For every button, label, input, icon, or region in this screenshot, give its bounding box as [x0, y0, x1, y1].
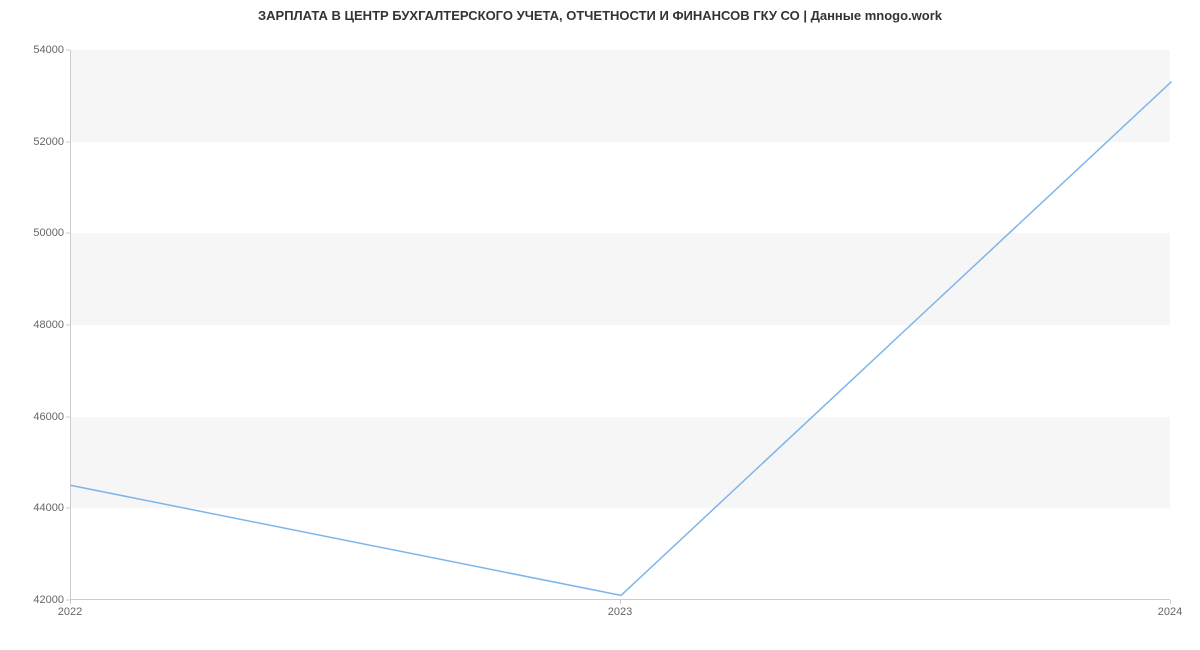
y-tick-label: 44000 [4, 502, 64, 514]
y-tick-label: 42000 [4, 594, 64, 606]
x-tick-mark [70, 600, 71, 604]
line-layer [71, 50, 1170, 599]
x-tick-mark [1170, 600, 1171, 604]
plot-area [70, 50, 1170, 600]
x-tick-mark [620, 600, 621, 604]
y-tick-label: 54000 [4, 44, 64, 56]
chart-title: ЗАРПЛАТА В ЦЕНТР БУХГАЛТЕРСКОГО УЧЕТА, О… [0, 8, 1200, 23]
x-tick-label: 2023 [608, 606, 632, 618]
y-tick-label: 50000 [4, 227, 64, 239]
series-line [71, 82, 1171, 595]
x-tick-label: 2024 [1158, 606, 1182, 618]
y-tick-label: 52000 [4, 136, 64, 148]
y-tick-label: 46000 [4, 411, 64, 423]
y-tick-label: 48000 [4, 319, 64, 331]
chart-container: ЗАРПЛАТА В ЦЕНТР БУХГАЛТЕРСКОГО УЧЕТА, О… [0, 0, 1200, 650]
x-tick-label: 2022 [58, 606, 82, 618]
